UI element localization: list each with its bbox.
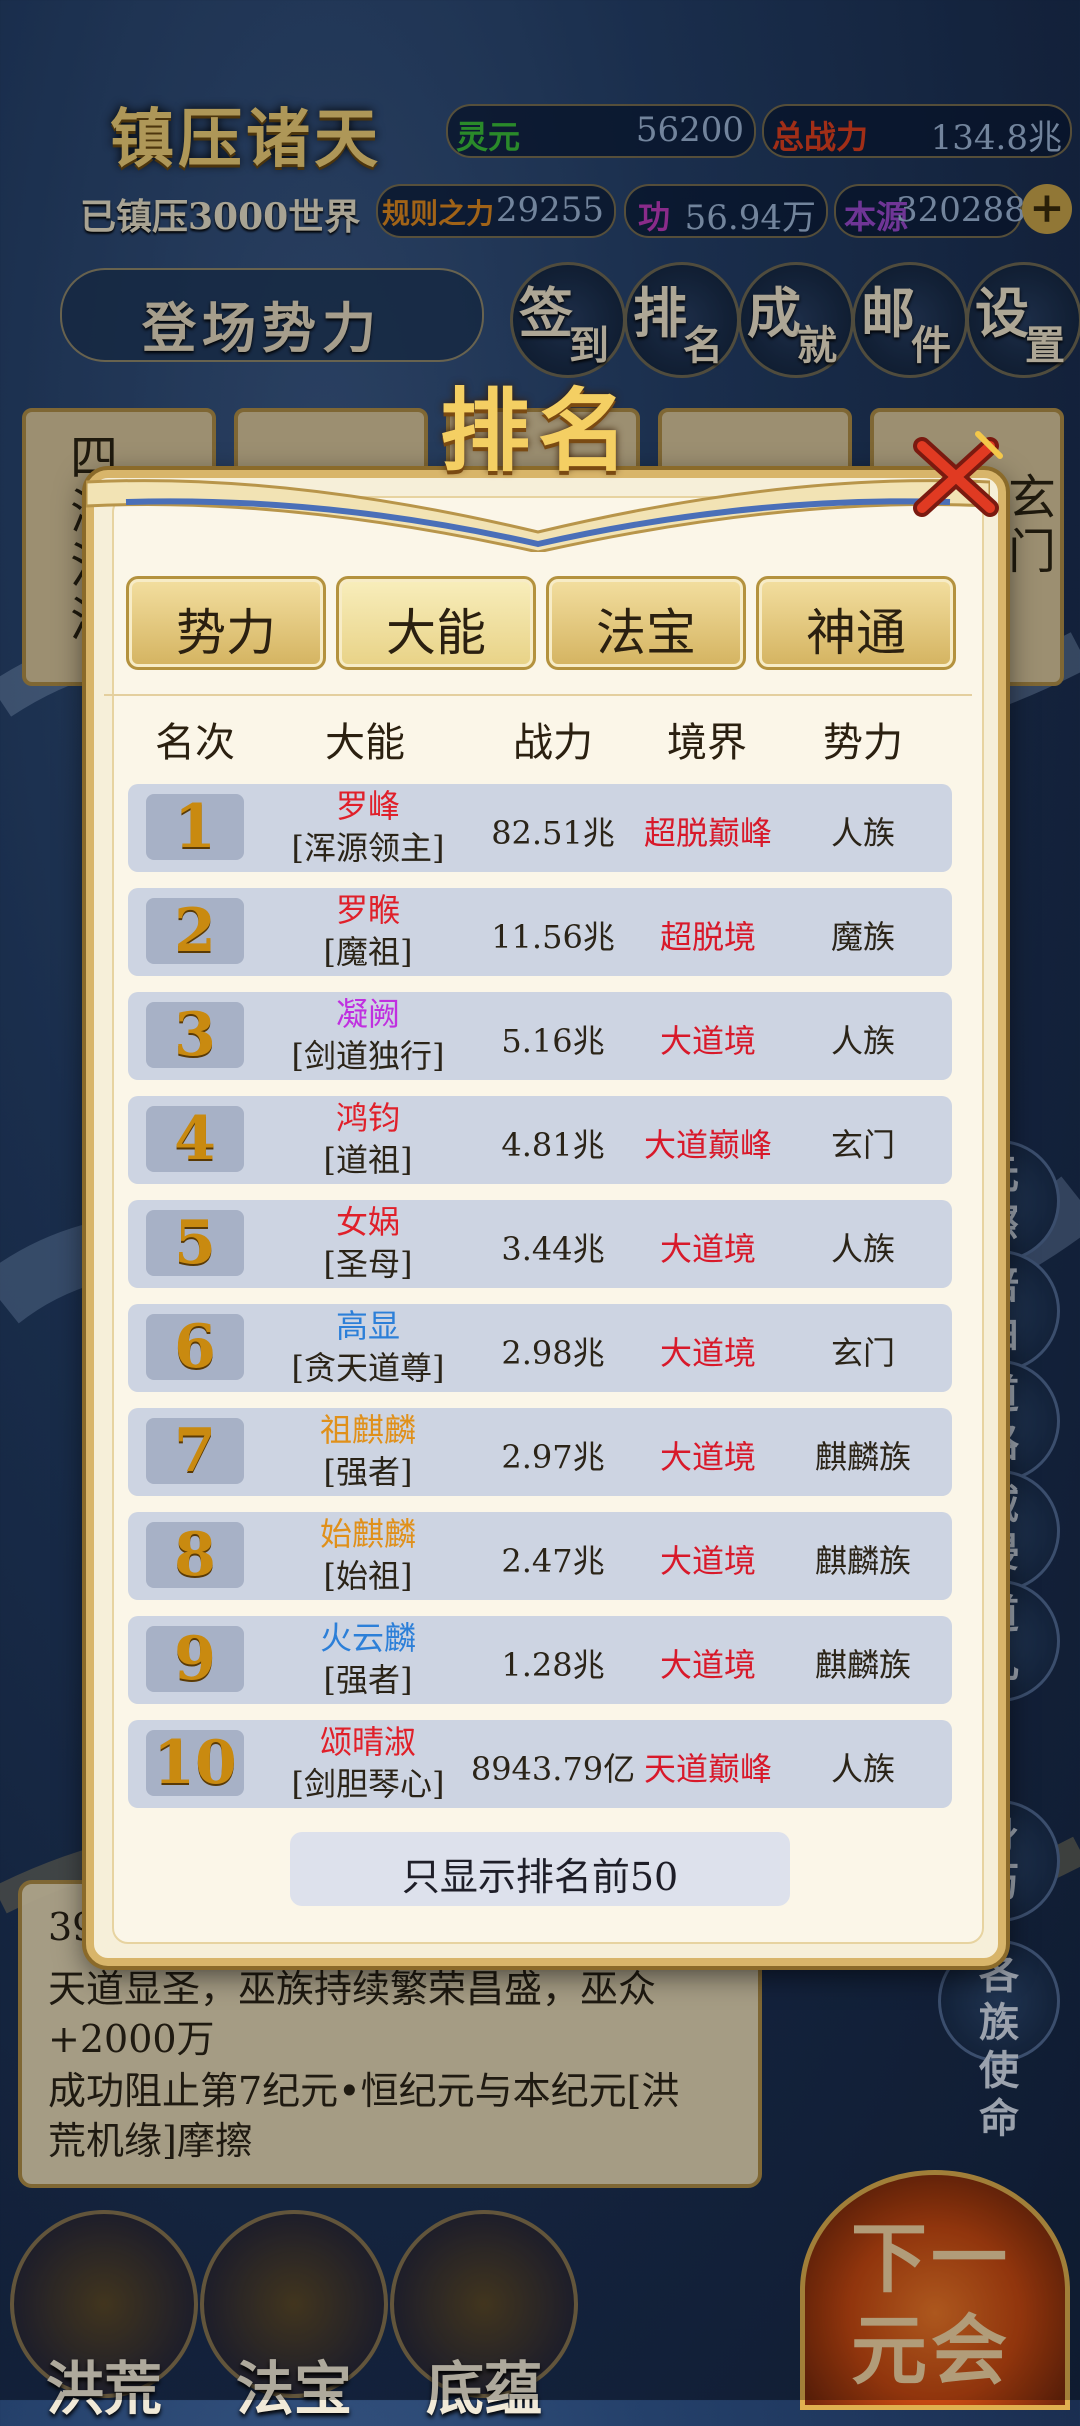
tab-faction[interactable]: 势力 [126, 576, 326, 670]
realm-value: 大道境 [659, 1438, 756, 1476]
rank-number: 6 [174, 1312, 216, 1382]
daneng-name: 鸿钧 [335, 1099, 400, 1137]
tab-label: 势力 [176, 604, 276, 662]
rank-number: 10 [153, 1728, 237, 1798]
power-value: 11.56兆 [491, 918, 615, 956]
rank-badge: 8 [146, 1522, 244, 1588]
daneng-title: [剑道独行] [291, 1037, 445, 1075]
ranking-row[interactable]: 7 祖麒麟 [强者] 2.97兆 大道境 麒麟族 [128, 1408, 952, 1496]
realm-value: 大道境 [659, 1022, 756, 1060]
power-value: 8943.79亿 [470, 1750, 636, 1788]
realm-value: 大道境 [659, 1646, 756, 1684]
ranking-footer-note: 只显示排名前50 [290, 1832, 790, 1906]
rank-badge: 10 [146, 1730, 244, 1796]
ranking-row[interactable]: 6 高显 [贪天道尊] 2.98兆 大道境 玄门 [128, 1304, 952, 1392]
faction-value: 人族 [830, 1022, 895, 1060]
daneng-title: [圣母] [323, 1245, 413, 1283]
realm-value: 大道境 [659, 1230, 756, 1268]
faction-value: 魔族 [830, 918, 895, 956]
realm-value: 超脱境 [659, 918, 756, 956]
ranking-row[interactable]: 5 女娲 [圣母] 3.44兆 大道境 人族 [128, 1200, 952, 1288]
rank-badge: 2 [146, 898, 244, 964]
faction-value: 人族 [830, 1750, 895, 1788]
daneng-name: 女娲 [335, 1203, 400, 1241]
daneng-title: [强者] [323, 1453, 413, 1491]
rank-number: 1 [174, 792, 216, 862]
rank-badge: 4 [146, 1106, 244, 1172]
faction-value: 人族 [830, 814, 895, 852]
daneng-title: [浑源领主] [291, 829, 445, 867]
ranking-row[interactable]: 1 罗峰 [浑源领主] 82.51兆 超脱巅峰 人族 [128, 784, 952, 872]
power-value: 1.28兆 [501, 1646, 605, 1684]
tab-shentong[interactable]: 神通 [756, 576, 956, 670]
daneng-name: 祖麒麟 [319, 1411, 416, 1449]
realm-value: 大道巅峰 [643, 1126, 772, 1164]
rank-badge: 7 [146, 1418, 244, 1484]
ranking-row[interactable]: 2 罗睺 [魔祖] 11.56兆 超脱境 魔族 [128, 888, 952, 976]
faction-value: 麒麟族 [814, 1542, 911, 1580]
rank-number: 5 [174, 1208, 216, 1278]
faction-value: 玄门 [830, 1126, 895, 1164]
daneng-title: [剑胆琴心] [291, 1765, 445, 1803]
rank-number: 8 [174, 1520, 216, 1590]
power-value: 2.97兆 [501, 1438, 605, 1476]
ranking-row[interactable]: 10 颂晴淑 [剑胆琴心] 8943.79亿 天道巅峰 人族 [128, 1720, 952, 1808]
close-icon[interactable] [908, 428, 1004, 524]
realm-value: 大道境 [659, 1334, 756, 1372]
rank-number: 9 [174, 1624, 216, 1694]
column-header-daneng: 大能 [325, 720, 405, 766]
power-value: 3.44兆 [501, 1230, 605, 1268]
ranking-footer-text: 只显示排名前50 [401, 1855, 679, 1899]
ranking-row[interactable]: 3 凝阙 [剑道独行] 5.16兆 大道境 人族 [128, 992, 952, 1080]
realm-value: 天道巅峰 [643, 1750, 772, 1788]
power-value: 2.98兆 [501, 1334, 605, 1372]
power-value: 5.16兆 [501, 1022, 605, 1060]
rank-badge: 1 [146, 794, 244, 860]
daneng-name: 凝阙 [335, 995, 400, 1033]
daneng-name: 罗睺 [335, 891, 400, 929]
power-value: 82.51兆 [491, 814, 615, 852]
tab-label: 神通 [806, 604, 906, 662]
daneng-title: [魔祖] [323, 933, 413, 971]
rank-number: 2 [174, 896, 216, 966]
daneng-name: 始麒麟 [319, 1515, 416, 1553]
tab-label: 法宝 [596, 604, 696, 662]
tab-label: 大能 [386, 604, 486, 662]
rank-badge: 6 [146, 1314, 244, 1380]
column-header-realm: 境界 [667, 720, 747, 766]
daneng-name: 罗峰 [335, 787, 400, 825]
faction-value: 麒麟族 [814, 1438, 911, 1476]
column-header-faction: 势力 [823, 720, 903, 766]
column-header-power: 战力 [513, 720, 593, 766]
daneng-name: 颂晴淑 [319, 1723, 416, 1761]
rank-badge: 3 [146, 1002, 244, 1068]
power-value: 4.81兆 [501, 1126, 605, 1164]
power-value: 2.47兆 [501, 1542, 605, 1580]
tab-daneng[interactable]: 大能 [336, 576, 536, 670]
ranking-row[interactable]: 8 始麒麟 [始祖] 2.47兆 大道境 麒麟族 [128, 1512, 952, 1600]
tab-fabao[interactable]: 法宝 [546, 576, 746, 670]
rank-number: 7 [174, 1416, 216, 1486]
daneng-title: [道祖] [323, 1141, 413, 1179]
faction-value: 人族 [830, 1230, 895, 1268]
realm-value: 大道境 [659, 1542, 756, 1580]
daneng-name: 高显 [335, 1307, 400, 1345]
header-divider [104, 694, 972, 696]
ranking-row[interactable]: 9 火云麟 [强者] 1.28兆 大道境 麒麟族 [128, 1616, 952, 1704]
column-header-rank: 名次 [155, 720, 235, 766]
daneng-title: [强者] [323, 1661, 413, 1699]
faction-value: 玄门 [830, 1334, 895, 1372]
rank-number: 3 [174, 1000, 216, 1070]
daneng-title: [贪天道尊] [291, 1349, 445, 1387]
rank-number: 4 [174, 1104, 216, 1174]
daneng-title: [始祖] [323, 1557, 413, 1595]
rank-badge: 9 [146, 1626, 244, 1692]
daneng-name: 火云麟 [319, 1619, 416, 1657]
rank-badge: 5 [146, 1210, 244, 1276]
faction-value: 麒麟族 [814, 1646, 911, 1684]
realm-value: 超脱巅峰 [643, 814, 772, 852]
ranking-row[interactable]: 4 鸿钧 [道祖] 4.81兆 大道巅峰 玄门 [128, 1096, 952, 1184]
ranking-title: 排名 [440, 378, 636, 484]
